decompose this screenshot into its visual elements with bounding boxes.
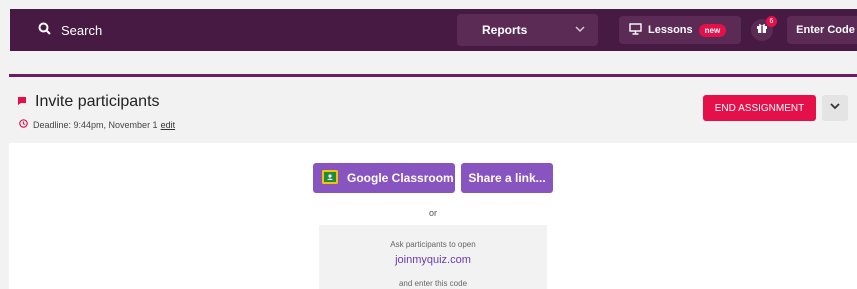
join-code-box: Ask participants to open joinmyquiz.com …: [319, 225, 547, 289]
edit-deadline-link[interactable]: edit: [161, 120, 176, 130]
enter-code-button[interactable]: Enter Code: [787, 16, 857, 44]
lessons-label: Lessons: [648, 24, 693, 36]
assignment-card: Invite participants Deadline: 9:44pm, No…: [9, 74, 857, 289]
clock-icon: [19, 119, 28, 130]
gift-count-badge: 6: [766, 16, 777, 27]
new-badge: new: [698, 23, 727, 37]
lessons-button[interactable]: Lessons new: [619, 16, 741, 44]
title-text: Invite participants: [35, 93, 160, 110]
or-separator: or: [428, 208, 437, 218]
share-link-button[interactable]: Share a link...: [461, 163, 553, 193]
top-navigation-bar: Search Reports Lessons new 6 Enter Code: [0, 0, 857, 62]
deadline-text: Deadline: 9:44pm, November 1: [33, 119, 158, 130]
search-icon: [38, 22, 61, 38]
flag-icon: [17, 93, 27, 111]
presentation-icon: [629, 22, 642, 38]
google-classroom-button[interactable]: Google Classroom: [313, 163, 455, 193]
reports-label: Reports: [482, 23, 528, 37]
end-assignment-button[interactable]: END ASSIGNMENT: [703, 95, 816, 121]
chevron-down-icon: [574, 23, 586, 38]
join-site-link[interactable]: joinmyquiz.com: [319, 254, 547, 266]
enter-code-text: and enter this code: [398, 279, 468, 288]
deadline-row: Deadline: 9:44pm, November 1 edit: [19, 119, 175, 130]
page-title: Invite participants: [17, 93, 160, 111]
chevron-down-icon: [829, 99, 841, 117]
card-header: Invite participants Deadline: 9:44pm, No…: [9, 77, 857, 143]
google-classroom-label: Google Classroom: [347, 171, 454, 185]
google-classroom-icon: [321, 169, 339, 188]
ask-participants-text: Ask participants to open: [390, 240, 476, 249]
search-button[interactable]: Search: [38, 9, 102, 51]
expand-button[interactable]: [822, 95, 848, 121]
topbar-container: Search Reports Lessons new 6 Enter Code: [10, 9, 857, 51]
reports-dropdown[interactable]: Reports: [457, 14, 598, 46]
search-label: Search: [61, 22, 103, 38]
